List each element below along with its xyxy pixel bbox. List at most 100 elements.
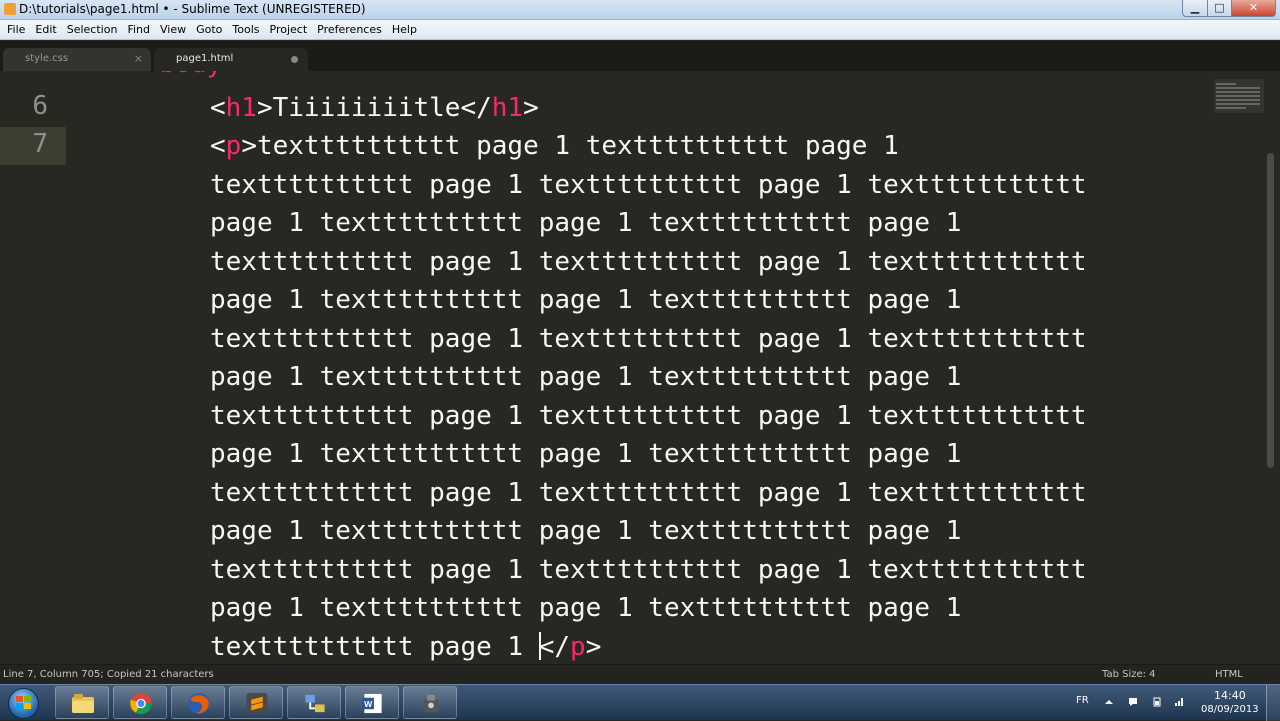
menu-selection[interactable]: Selection [62, 21, 123, 39]
tag-bracket: > [523, 93, 539, 123]
taskbar-network-tool[interactable] [287, 686, 341, 719]
menu-project[interactable]: Project [265, 21, 313, 39]
network-tool-icon [305, 694, 325, 713]
menu-view[interactable]: View [155, 21, 191, 39]
taskbar-chrome[interactable] [113, 686, 167, 719]
tag-name: h1 [491, 93, 524, 123]
tab-bar: style.css × page1.html [0, 41, 1280, 71]
tag-bracket: < [210, 93, 226, 123]
line-number: 6 [32, 91, 48, 121]
network-icon[interactable] [1174, 697, 1184, 707]
menu-preferences[interactable]: Preferences [312, 21, 387, 39]
code-content[interactable]: <body> <h1>Tiiiiiiiitle</h1> <p>texttttt… [144, 71, 1210, 664]
title-bar: D:\tutorials\page1.html • - Sublime Text… [0, 0, 1280, 20]
wrapped-line: page 1 textttttttttt page 1 texttttttttt… [210, 285, 962, 315]
taskbar-explorer[interactable] [55, 686, 109, 719]
tab-label: page1.html [176, 53, 234, 64]
show-hidden-icons-icon[interactable] [1104, 697, 1114, 707]
wrapped-line: page 1 textttttttttt page 1 texttttttttt… [210, 439, 962, 469]
tab-style-css[interactable]: style.css × [3, 48, 151, 71]
wrapped-line-last: textttttttttt page 1 </p> [210, 628, 601, 664]
tag-bracket: > [256, 93, 273, 123]
minimap-line [1216, 107, 1246, 109]
minimap-line [1216, 91, 1260, 93]
code-line-p: <p>textttttttttt page 1 textttttttttt pa… [210, 127, 899, 165]
wrapped-line: textttttttttt page 1 textttttttttt page … [210, 401, 1087, 431]
tab-page1-html[interactable]: page1.html [154, 48, 308, 71]
taskbar-sublime-text[interactable] [229, 686, 283, 719]
windows-logo-icon [16, 696, 32, 710]
wrapped-line: textttttttttt page 1 textttttttttt page … [210, 170, 1087, 200]
tag-name: p [225, 131, 242, 161]
menu-goto[interactable]: Goto [191, 21, 227, 39]
clock-date[interactable]: 08/09/2013 [1201, 704, 1259, 715]
menu-edit[interactable]: Edit [30, 21, 61, 39]
action-center-icon[interactable] [1128, 697, 1138, 707]
status-bar: Line 7, Column 705; Copied 21 characters… [0, 664, 1280, 684]
menu-help[interactable]: Help [387, 21, 422, 39]
wrapped-line: page 1 textttttttttt page 1 texttttttttt… [210, 208, 962, 238]
minimize-button[interactable]: ▁ [1182, 0, 1208, 17]
firefox-icon [188, 692, 210, 715]
tag-bracket: </ [460, 93, 492, 123]
taskbar-firefox[interactable] [171, 686, 225, 719]
wrapped-line: textttttttttt page 1 textttttttttt page … [210, 247, 1087, 277]
wrapped-line: textttttttttt page 1 textttttttttt page … [210, 324, 1087, 354]
scrollbar-thumb[interactable] [1267, 153, 1274, 468]
explorer-icon [72, 694, 94, 713]
menu-find[interactable]: Find [122, 21, 155, 39]
menu-file[interactable]: File [2, 21, 30, 39]
wrapped-line: page 1 textttttttttt page 1 texttttttttt… [210, 362, 962, 392]
tag-name: h1 [225, 93, 257, 123]
line-number-gutter: 5 6 7 [0, 71, 66, 664]
show-desktop-button[interactable] [1266, 685, 1280, 721]
maximize-button[interactable]: □ [1207, 0, 1232, 17]
start-button[interactable] [2, 686, 46, 720]
svg-text:W: W [364, 699, 373, 709]
close-tab-icon[interactable]: × [134, 48, 143, 70]
tag-bracket: </ [538, 632, 571, 662]
code-editor[interactable]: 5 6 7 <body> <h1>Tiiiiiiiitle</h1> <p>te… [0, 71, 1280, 664]
minimap-line [1216, 95, 1260, 97]
tab-size-selector[interactable]: Tab Size: 4 [1102, 669, 1156, 680]
language-indicator[interactable]: FR [1076, 695, 1089, 706]
tag-bracket: < [210, 131, 226, 161]
taskbar-tool[interactable] [403, 686, 457, 719]
sublime-text-icon [246, 692, 268, 715]
wrapped-line: page 1 textttttttttt page 1 texttttttttt… [210, 593, 962, 623]
vertical-scrollbar[interactable] [1266, 71, 1280, 664]
clock-time[interactable]: 14:40 [1214, 689, 1246, 702]
minimap-line [1216, 103, 1260, 105]
wrapped-line: page 1 textttttttttt page 1 texttttttttt… [210, 516, 962, 546]
tool-icon [423, 694, 439, 713]
paragraph-text: textttttttttt page 1 textttttttttt page … [256, 131, 899, 161]
code-line: <body> [144, 71, 238, 83]
menu-tools[interactable]: Tools [227, 21, 264, 39]
syntax-selector[interactable]: HTML [1215, 669, 1243, 680]
sublime-app-icon [4, 3, 16, 15]
paragraph-text: textttttttttt page 1 [210, 632, 539, 662]
windows-taskbar: W FR 14:40 08/09/2013 [0, 684, 1280, 721]
tag-bracket: > [241, 131, 257, 161]
code-line-h1: <h1>Tiiiiiiiitle</h1> [210, 89, 539, 127]
tab-label: style.css [25, 53, 69, 64]
wrapped-line: textttttttttt page 1 textttttttttt page … [210, 478, 1087, 508]
minimap-line [1216, 99, 1260, 101]
menu-bar: File Edit Selection Find View Goto Tools… [0, 20, 1280, 40]
cursor-position-status: Line 7, Column 705; Copied 21 characters [3, 669, 214, 680]
system-tray: FR 14:40 08/09/2013 [1070, 685, 1280, 721]
line-number: 7 [32, 129, 48, 159]
chrome-icon [130, 692, 152, 715]
window-title: D:\tutorials\page1.html • - Sublime Text… [19, 2, 366, 16]
minimap[interactable] [1212, 75, 1264, 115]
wrapped-line: textttttttttt page 1 textttttttttt page … [210, 555, 1087, 585]
battery-icon[interactable] [1152, 697, 1162, 707]
minimap-line [1216, 83, 1236, 85]
minimap-line [1216, 87, 1260, 89]
line-number: 5 [0, 71, 48, 75]
word-icon: W [362, 693, 382, 714]
close-button[interactable]: ✕ [1231, 0, 1276, 17]
heading-text: Tiiiiiiiitle [272, 93, 461, 123]
taskbar-word[interactable]: W [345, 686, 399, 719]
unsaved-dot-icon[interactable] [291, 56, 298, 63]
